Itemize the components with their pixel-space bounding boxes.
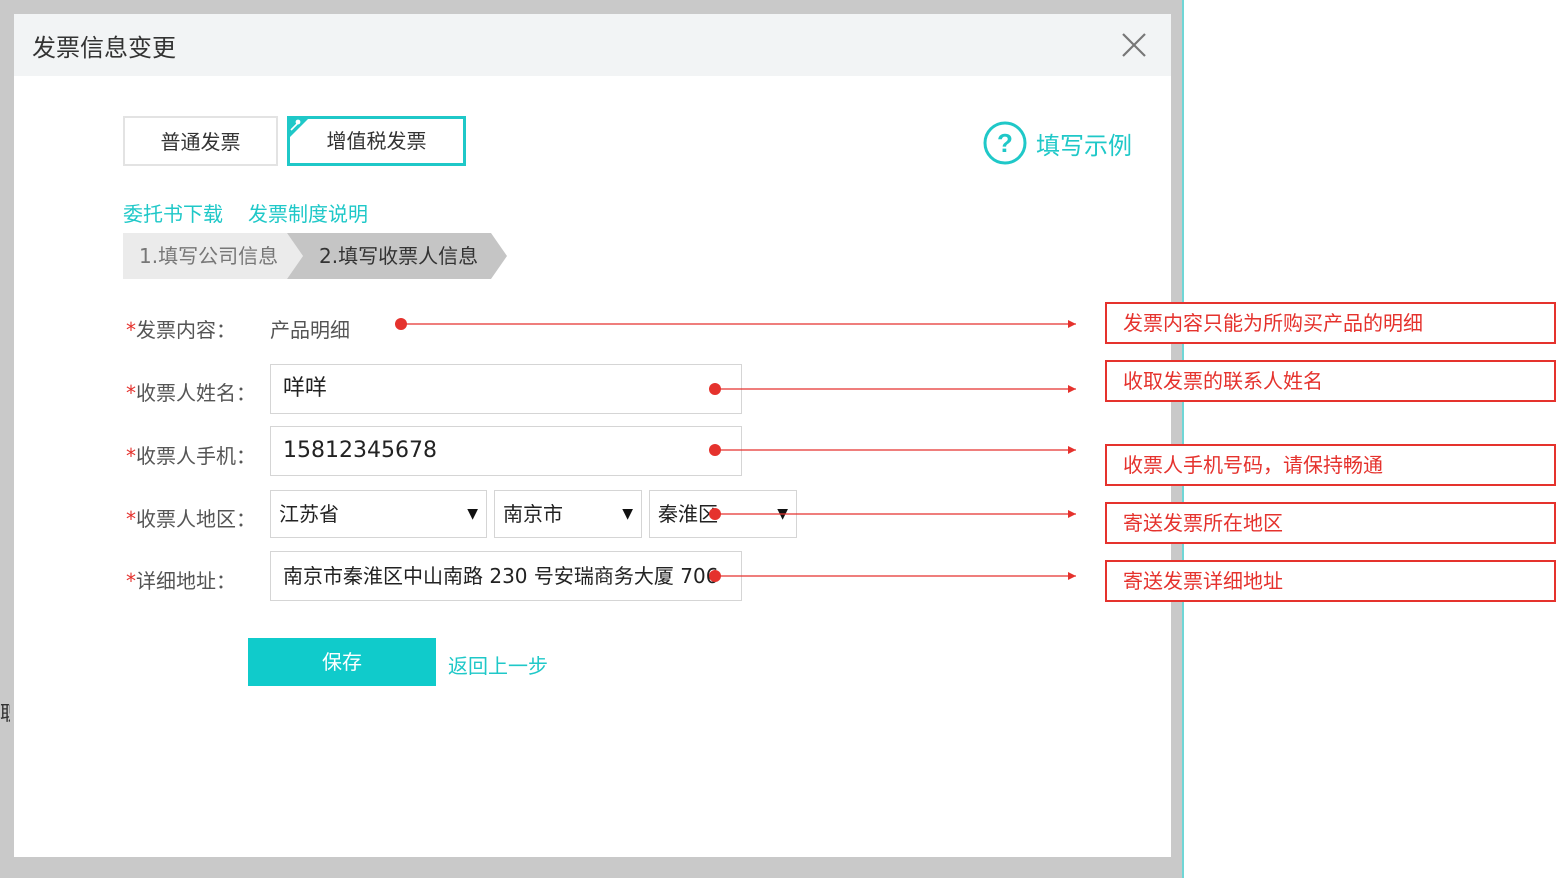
recipient-name-input[interactable]: 咩咩: [270, 364, 742, 414]
annotation-address: 寄送发票详细地址: [1105, 560, 1556, 602]
svg-text:?: ?: [997, 128, 1013, 158]
annotation-name: 收取发票的联系人姓名: [1105, 360, 1556, 402]
caret-down-icon: ▼: [467, 506, 478, 522]
detail-address-input[interactable]: 南京市秦淮区中山南路 230 号安瑞商务大厦 706: [270, 551, 742, 601]
dialog-header: 发票信息变更: [14, 14, 1171, 76]
phone-label: *收票人手机：: [126, 444, 256, 468]
step-1-label: 1.填写公司信息: [139, 244, 278, 268]
district-value: 秦淮区: [658, 502, 718, 526]
city-select[interactable]: 南京市 ▼: [494, 490, 642, 538]
annotation-content: 发票内容只能为所购买产品的明细: [1105, 302, 1556, 344]
tab-vat-label: 增值税发票: [326, 129, 427, 153]
city-value: 南京市: [503, 502, 563, 526]
district-select[interactable]: 秦淮区 ▼: [649, 490, 797, 538]
close-icon[interactable]: [1119, 30, 1149, 60]
address-label: *详细地址：: [126, 569, 236, 593]
caret-down-icon: ▼: [622, 506, 633, 522]
fill-example-label: 填写示例: [1036, 131, 1132, 160]
province-select[interactable]: 江苏省 ▼: [270, 490, 487, 538]
tab-vat-invoice[interactable]: 增值税发票: [287, 116, 466, 166]
caret-down-icon: ▼: [777, 506, 788, 522]
save-button[interactable]: 保存: [248, 638, 436, 686]
invoice-change-dialog: 发票信息变更 普通发票 增值税发票 ? 填写示例 委托书下载 发票制度说明 1.…: [14, 14, 1171, 857]
pin-icon: [287, 116, 311, 140]
recipient-phone-input[interactable]: 15812345678: [270, 426, 742, 476]
step-progress: 1.填写公司信息 2.填写收票人信息: [123, 233, 507, 279]
authorization-download-link[interactable]: 委托书下载: [123, 198, 223, 227]
dialog-title: 发票信息变更: [32, 34, 176, 62]
content-label: *发票内容：: [126, 318, 236, 342]
name-label: *收票人姓名：: [126, 381, 256, 405]
step-2-label: 2.填写收票人信息: [319, 244, 478, 268]
annotation-phone: 收票人手机号码，请保持畅通: [1105, 444, 1556, 486]
province-value: 江苏省: [279, 502, 339, 526]
fill-example-link[interactable]: ? 填写示例: [982, 120, 1132, 166]
backdrop-text: 职: [0, 697, 10, 726]
content-value: 产品明细: [270, 318, 350, 342]
tab-normal-invoice[interactable]: 普通发票: [123, 116, 278, 166]
invoice-policy-link[interactable]: 发票制度说明: [248, 198, 368, 227]
back-step-link[interactable]: 返回上一步: [448, 650, 548, 679]
region-label: *收票人地区：: [126, 507, 256, 531]
help-circle-icon: ?: [983, 121, 1027, 165]
annotation-region: 寄送发票所在地区: [1105, 502, 1556, 544]
screen: 职 发票信息变更 普通发票 增值税发票 ? 填写示例 委托书: [0, 0, 1557, 878]
